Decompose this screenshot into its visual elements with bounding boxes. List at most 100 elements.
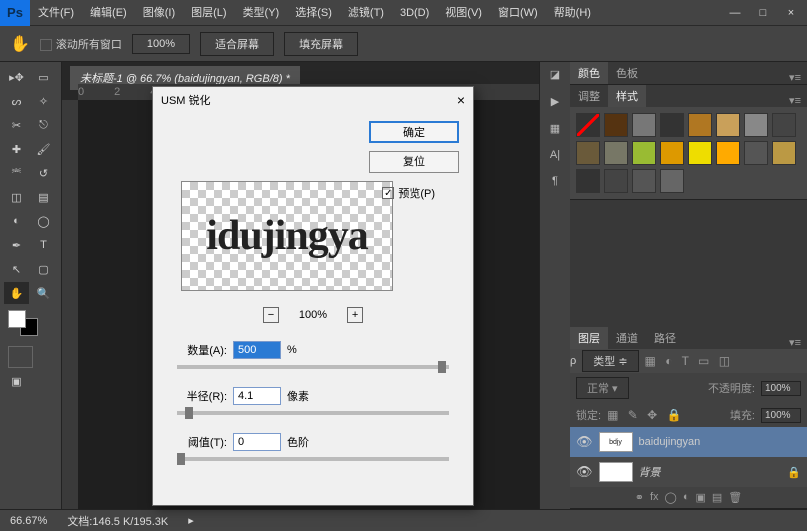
tool-text[interactable]: T: [31, 234, 56, 256]
layer-name[interactable]: 背景: [639, 464, 661, 480]
style-swatch[interactable]: [576, 141, 600, 165]
style-swatch[interactable]: [744, 113, 768, 137]
threshold-slider[interactable]: [177, 457, 449, 461]
window-minimize[interactable]: —: [727, 7, 743, 19]
fill-screen-button[interactable]: 填充屏幕: [284, 32, 358, 56]
style-swatch[interactable]: [604, 169, 628, 193]
adjust-icon[interactable]: ◐: [683, 491, 690, 504]
fit-screen-button[interactable]: 适合屏幕: [200, 32, 274, 56]
blend-mode-select[interactable]: 正常 ▾: [576, 377, 629, 399]
window-maximize[interactable]: □: [755, 7, 771, 19]
tab-paths[interactable]: 路径: [646, 327, 684, 349]
tool-dodge[interactable]: ◯: [31, 210, 56, 232]
menu-window[interactable]: 窗口(W): [490, 0, 546, 26]
color-swatches[interactable]: [8, 310, 40, 338]
strip-para-icon[interactable]: ¶: [552, 175, 558, 187]
style-swatch[interactable]: [772, 113, 796, 137]
quick-mask-toggle[interactable]: [8, 346, 33, 368]
window-close[interactable]: ×: [783, 7, 799, 19]
style-swatch[interactable]: [660, 169, 684, 193]
tool-shape[interactable]: ▢: [31, 258, 56, 280]
menu-3d[interactable]: 3D(D): [392, 0, 437, 26]
panel-menu-icon[interactable]: ▾≡: [783, 336, 807, 349]
menu-file[interactable]: 文件(F): [30, 0, 82, 26]
menu-type[interactable]: 类型(Y): [235, 0, 288, 26]
tool-history-brush[interactable]: ↺: [31, 162, 56, 184]
menu-filter[interactable]: 滤镜(T): [340, 0, 392, 26]
lock-icons[interactable]: ▦ ✎ ✥ 🔒: [607, 408, 684, 422]
panel-menu-icon[interactable]: ▾≡: [783, 94, 807, 107]
tool-zoom[interactable]: 🔍: [31, 282, 56, 304]
tool-path[interactable]: ↖: [4, 258, 29, 280]
strip-play-icon[interactable]: ▶: [551, 95, 559, 108]
style-swatch[interactable]: [716, 113, 740, 137]
tool-wand[interactable]: ✧: [31, 90, 56, 112]
tab-layers[interactable]: 图层: [570, 327, 608, 349]
tool-gradient[interactable]: ▤: [31, 186, 56, 208]
tab-color[interactable]: 颜色: [570, 62, 608, 84]
fill-input[interactable]: [761, 408, 801, 423]
amount-input[interactable]: [233, 341, 281, 359]
status-arrow-icon[interactable]: ▸: [188, 514, 194, 527]
tool-move[interactable]: ▸✥: [4, 66, 29, 88]
zoom-100-button[interactable]: 100%: [132, 34, 190, 54]
tool-brush[interactable]: 🖌: [31, 138, 56, 160]
panel-menu-icon[interactable]: ▾≡: [783, 71, 807, 84]
tool-hand[interactable]: ✋: [4, 282, 29, 304]
strip-char-icon[interactable]: A|: [550, 149, 560, 161]
style-swatch[interactable]: [716, 141, 740, 165]
menu-image[interactable]: 图像(I): [135, 0, 183, 26]
menu-select[interactable]: 选择(S): [287, 0, 340, 26]
menu-layer[interactable]: 图层(L): [183, 0, 234, 26]
style-swatch[interactable]: [604, 113, 628, 137]
reset-button[interactable]: 复位: [369, 151, 459, 173]
tool-heal[interactable]: ✚: [4, 138, 29, 160]
style-swatch[interactable]: [688, 113, 712, 137]
tool-eraser[interactable]: ◫: [4, 186, 29, 208]
tool-lasso[interactable]: ᔕ: [4, 90, 29, 112]
menu-edit[interactable]: 编辑(E): [82, 0, 135, 26]
preview-area[interactable]: idujingya: [181, 181, 393, 291]
strip-swatch-icon[interactable]: ◪: [550, 68, 560, 81]
visibility-icon[interactable]: 👁: [576, 434, 593, 450]
style-swatch[interactable]: [744, 141, 768, 165]
style-swatch[interactable]: [632, 113, 656, 137]
style-swatch[interactable]: [632, 169, 656, 193]
opacity-input[interactable]: [761, 381, 801, 396]
style-swatch[interactable]: [576, 113, 600, 137]
tool-crop[interactable]: ✂: [4, 114, 29, 136]
style-swatch[interactable]: [632, 141, 656, 165]
layer-item[interactable]: 👁 背景 🔒: [570, 457, 807, 487]
screen-mode[interactable]: ▣: [4, 370, 29, 392]
layer-name[interactable]: baidujingyan: [639, 436, 701, 448]
fx-icon[interactable]: fx: [650, 491, 659, 504]
style-swatch[interactable]: [660, 141, 684, 165]
tab-adjustments[interactable]: 调整: [570, 85, 608, 107]
tab-swatch[interactable]: 色板: [608, 62, 646, 84]
tool-marquee[interactable]: ▭: [31, 66, 56, 88]
tool-pen[interactable]: ✒: [4, 234, 29, 256]
tool-stamp[interactable]: ⎃: [4, 162, 29, 184]
tab-channels[interactable]: 通道: [608, 327, 646, 349]
zoom-in-button[interactable]: +: [347, 307, 363, 323]
layer-item[interactable]: 👁 bdjy baidujingyan: [570, 427, 807, 457]
strip-hist-icon[interactable]: ▦: [550, 122, 560, 135]
link-icon[interactable]: ⚭: [635, 491, 644, 504]
mask-icon[interactable]: ◯: [665, 491, 677, 504]
status-zoom[interactable]: 66.67%: [10, 515, 47, 527]
dialog-close-button[interactable]: ×: [457, 92, 465, 108]
style-swatch[interactable]: [772, 141, 796, 165]
tab-styles[interactable]: 样式: [608, 85, 646, 107]
threshold-input[interactable]: [233, 433, 281, 451]
visibility-icon[interactable]: 👁: [576, 464, 593, 480]
amount-slider[interactable]: [177, 365, 449, 369]
zoom-out-button[interactable]: −: [263, 307, 279, 323]
menu-view[interactable]: 视图(V): [437, 0, 490, 26]
style-swatch[interactable]: [660, 113, 684, 137]
tool-eyedropper[interactable]: ⎋: [31, 114, 56, 136]
layer-filter-icons[interactable]: ▦ ◐ T ▭ ◫: [645, 354, 734, 368]
new-layer-icon[interactable]: ▤: [712, 491, 722, 504]
dialog-titlebar[interactable]: USM 锐化 ×: [153, 87, 473, 113]
radius-slider[interactable]: [177, 411, 449, 415]
tool-blur[interactable]: ◐: [4, 210, 29, 232]
